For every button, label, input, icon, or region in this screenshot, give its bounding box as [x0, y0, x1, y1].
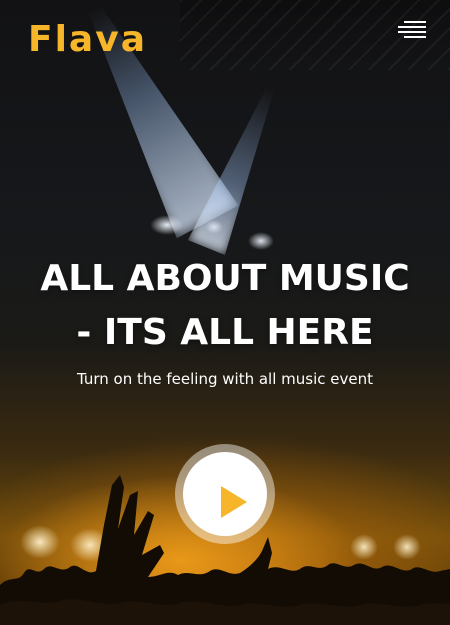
play-button-inner	[183, 452, 267, 536]
stage-light-glow	[350, 534, 378, 560]
menu-line	[404, 36, 426, 38]
stage-light-glow	[70, 528, 110, 562]
site-header: Flava	[0, 0, 450, 80]
logo[interactable]: Flava	[28, 18, 147, 62]
hero-subtitle: Turn on the feeling with all music event	[76, 370, 373, 388]
menu-line	[398, 26, 426, 28]
hamburger-menu-icon[interactable]	[392, 18, 426, 44]
stage-light-glow	[205, 220, 223, 234]
stage-light-glow	[248, 232, 274, 250]
stage-light-glow	[393, 534, 421, 560]
hero-headline: ALL ABOUT MUSIC - ITS ALL HERE	[0, 252, 450, 360]
hero-headline-line1: ALL ABOUT MUSIC	[40, 258, 410, 299]
stage-light-glow	[20, 525, 60, 559]
menu-line	[398, 31, 426, 33]
hero-headline-line2: - ITS ALL HERE	[76, 312, 374, 353]
play-video-button[interactable]	[175, 444, 275, 544]
stage-light-glow	[150, 215, 184, 235]
hero-section: Flava ALL ABOUT MUSIC - ITS ALL HERE Tur…	[0, 0, 450, 625]
menu-line	[404, 21, 426, 23]
play-icon	[221, 486, 247, 518]
stage-light-beam	[188, 83, 289, 256]
